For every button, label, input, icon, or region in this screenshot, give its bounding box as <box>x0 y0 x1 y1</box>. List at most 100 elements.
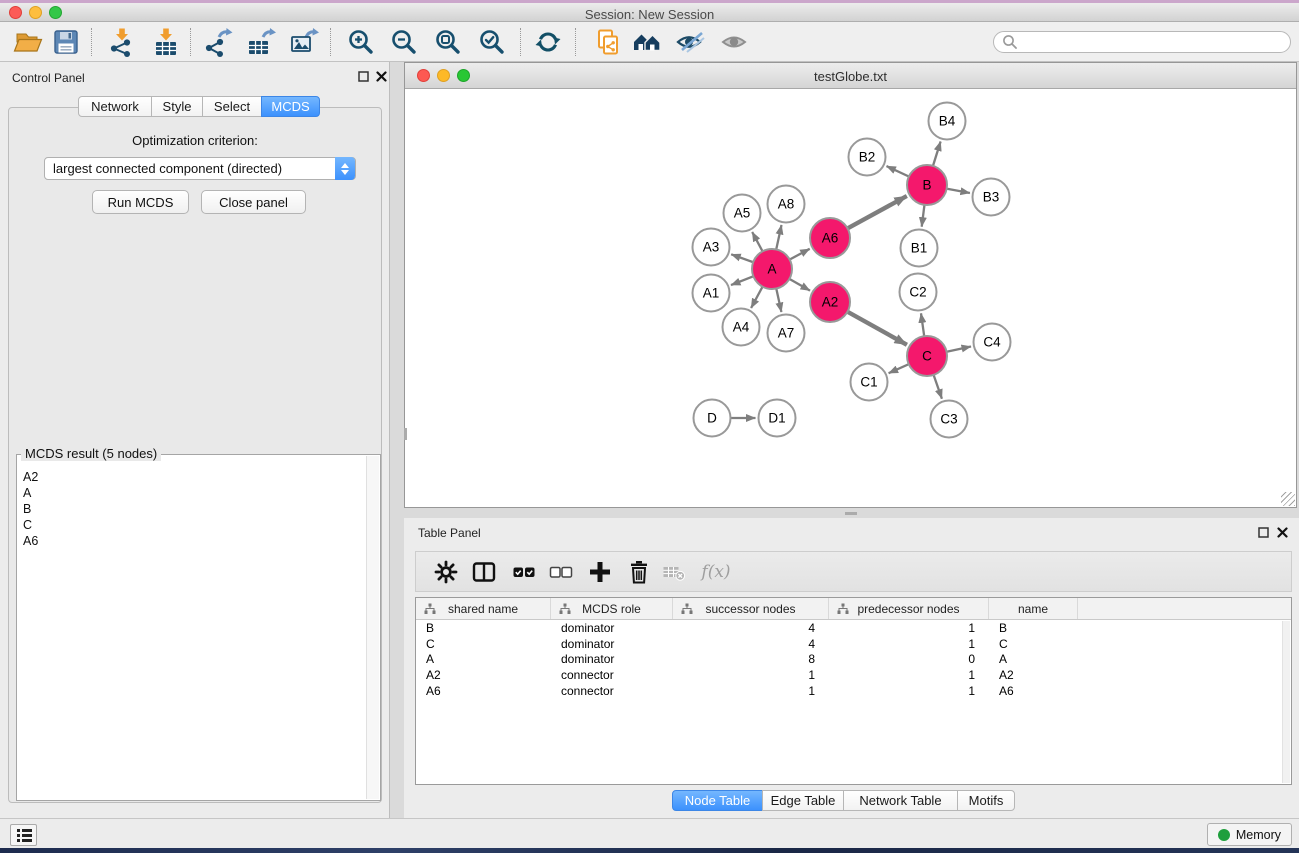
graph-node-D1[interactable]: D1 <box>759 400 796 437</box>
save-session-button[interactable] <box>48 24 84 60</box>
deselect-all-button[interactable] <box>546 557 576 587</box>
column-header-mcds-role[interactable]: MCDS role <box>551 598 673 619</box>
apply-function-button[interactable]: f(x) <box>696 557 736 587</box>
home-views-button[interactable] <box>629 24 665 60</box>
graph-node-C[interactable]: C <box>907 336 947 376</box>
graph-node-A2[interactable]: A2 <box>810 282 850 322</box>
import-table-button[interactable] <box>148 24 184 60</box>
cell-name[interactable]: A6 <box>989 684 1078 698</box>
graph-node-A6[interactable]: A6 <box>810 218 850 258</box>
cell-predecessor-nodes[interactable]: 1 <box>829 684 989 698</box>
show-column-button[interactable] <box>469 557 499 587</box>
clone-network-button[interactable] <box>590 24 626 60</box>
export-table-button[interactable] <box>243 24 279 60</box>
tab-motifs[interactable]: Motifs <box>957 790 1015 811</box>
mcds-result-scrollbar[interactable] <box>366 456 379 799</box>
close-panel-icon[interactable] <box>374 69 388 83</box>
tab-mcds[interactable]: MCDS <box>261 96 320 117</box>
table-scrollbar[interactable] <box>1282 621 1290 783</box>
cell-shared-name[interactable]: A6 <box>416 684 551 698</box>
table-row-c[interactable]: Cdominator41C <box>416 636 1291 652</box>
mcds-result-item-b[interactable]: B <box>23 501 38 517</box>
graph-node-A[interactable]: A <box>752 249 792 289</box>
graph-node-A4[interactable]: A4 <box>723 309 760 346</box>
cell-successor-nodes[interactable]: 8 <box>673 652 829 666</box>
zoom-out-button[interactable] <box>386 24 422 60</box>
graph-node-B3[interactable]: B3 <box>973 179 1010 216</box>
cell-mcds-role[interactable]: dominator <box>551 621 673 635</box>
cell-name[interactable]: B <box>989 621 1078 635</box>
cell-mcds-role[interactable]: connector <box>551 684 673 698</box>
tab-edge-table[interactable]: Edge Table <box>762 790 844 811</box>
cell-successor-nodes[interactable]: 1 <box>673 684 829 698</box>
cell-successor-nodes[interactable]: 4 <box>673 637 829 651</box>
create-column-button[interactable] <box>585 557 615 587</box>
cell-predecessor-nodes[interactable]: 0 <box>829 652 989 666</box>
mcds-result-item-c[interactable]: C <box>23 517 38 533</box>
graph-node-D[interactable]: D <box>694 400 731 437</box>
column-header-name[interactable]: name <box>989 598 1078 619</box>
refresh-button[interactable] <box>530 24 566 60</box>
cell-name[interactable]: A2 <box>989 668 1078 682</box>
column-header-shared-name[interactable]: shared name <box>416 598 551 619</box>
table-row-a2[interactable]: A2connector11A2 <box>416 667 1291 683</box>
show-all-button[interactable] <box>717 24 753 60</box>
tab-node-table[interactable]: Node Table <box>672 790 763 811</box>
table-settings-button[interactable] <box>431 557 461 587</box>
cell-predecessor-nodes[interactable]: 1 <box>829 621 989 635</box>
zoom-in-button[interactable] <box>343 24 379 60</box>
graph-node-A1[interactable]: A1 <box>693 275 730 312</box>
graph-node-C4[interactable]: C4 <box>974 324 1011 361</box>
table-row-a6[interactable]: A6connector11A6 <box>416 683 1291 699</box>
graph-node-A7[interactable]: A7 <box>768 315 805 352</box>
select-all-button[interactable] <box>509 557 539 587</box>
table-row-b[interactable]: Bdominator41B <box>416 620 1291 636</box>
export-image-button[interactable] <box>286 24 322 60</box>
float-panel-icon[interactable] <box>356 69 370 83</box>
table-row-a[interactable]: Adominator80A <box>416 652 1291 668</box>
cell-mcds-role[interactable]: connector <box>551 668 673 682</box>
tab-network-table[interactable]: Network Table <box>843 790 958 811</box>
zoom-selected-button[interactable] <box>474 24 510 60</box>
column-header-predecessor-nodes[interactable]: predecessor nodes <box>829 598 989 619</box>
cell-name[interactable]: C <box>989 637 1078 651</box>
graph-node-C3[interactable]: C3 <box>931 401 968 438</box>
cell-mcds-role[interactable]: dominator <box>551 637 673 651</box>
cell-predecessor-nodes[interactable]: 1 <box>829 637 989 651</box>
graph-node-B4[interactable]: B4 <box>929 103 966 140</box>
export-network-button[interactable] <box>200 24 236 60</box>
cell-shared-name[interactable]: B <box>416 621 551 635</box>
memory-button[interactable]: Memory <box>1207 823 1292 846</box>
cell-shared-name[interactable]: A2 <box>416 668 551 682</box>
close-panel-button[interactable]: Close panel <box>201 190 306 214</box>
criterion-dropdown[interactable]: largest connected component (directed) <box>44 157 356 180</box>
network-canvas[interactable]: B4B2BB3A8A5A6A3B1AC2A1A2A4A7C4CC1C3DD1 <box>405 89 1296 507</box>
cell-predecessor-nodes[interactable]: 1 <box>829 668 989 682</box>
mcds-result-item-a2[interactable]: A2 <box>23 469 38 485</box>
network-graph[interactable]: B4B2BB3A8A5A6A3B1AC2A1A2A4A7C4CC1C3DD1 <box>405 89 1296 507</box>
graph-node-B1[interactable]: B1 <box>901 230 938 267</box>
graph-node-A8[interactable]: A8 <box>768 186 805 223</box>
window-resize-grip[interactable] <box>1281 492 1295 506</box>
delete-column-button[interactable] <box>624 557 654 587</box>
cell-successor-nodes[interactable]: 1 <box>673 668 829 682</box>
mcds-result-item-a[interactable]: A <box>23 485 38 501</box>
open-session-button[interactable] <box>10 24 46 60</box>
graph-node-B[interactable]: B <box>907 165 947 205</box>
graph-node-A5[interactable]: A5 <box>724 195 761 232</box>
tab-select[interactable]: Select <box>202 96 262 117</box>
tab-network[interactable]: Network <box>78 96 152 117</box>
cell-successor-nodes[interactable]: 4 <box>673 621 829 635</box>
hide-selected-button[interactable] <box>672 24 708 60</box>
search-field[interactable] <box>993 31 1291 53</box>
cell-shared-name[interactable]: C <box>416 637 551 651</box>
import-network-button[interactable] <box>104 24 140 60</box>
task-history-button[interactable] <box>10 824 37 846</box>
search-input[interactable] <box>1023 34 1282 50</box>
cell-mcds-role[interactable]: dominator <box>551 652 673 666</box>
run-mcds-button[interactable]: Run MCDS <box>92 190 189 214</box>
graph-node-C2[interactable]: C2 <box>900 274 937 311</box>
graph-node-A3[interactable]: A3 <box>693 229 730 266</box>
mcds-result-item-a6[interactable]: A6 <box>23 533 38 549</box>
zoom-fit-button[interactable] <box>430 24 466 60</box>
